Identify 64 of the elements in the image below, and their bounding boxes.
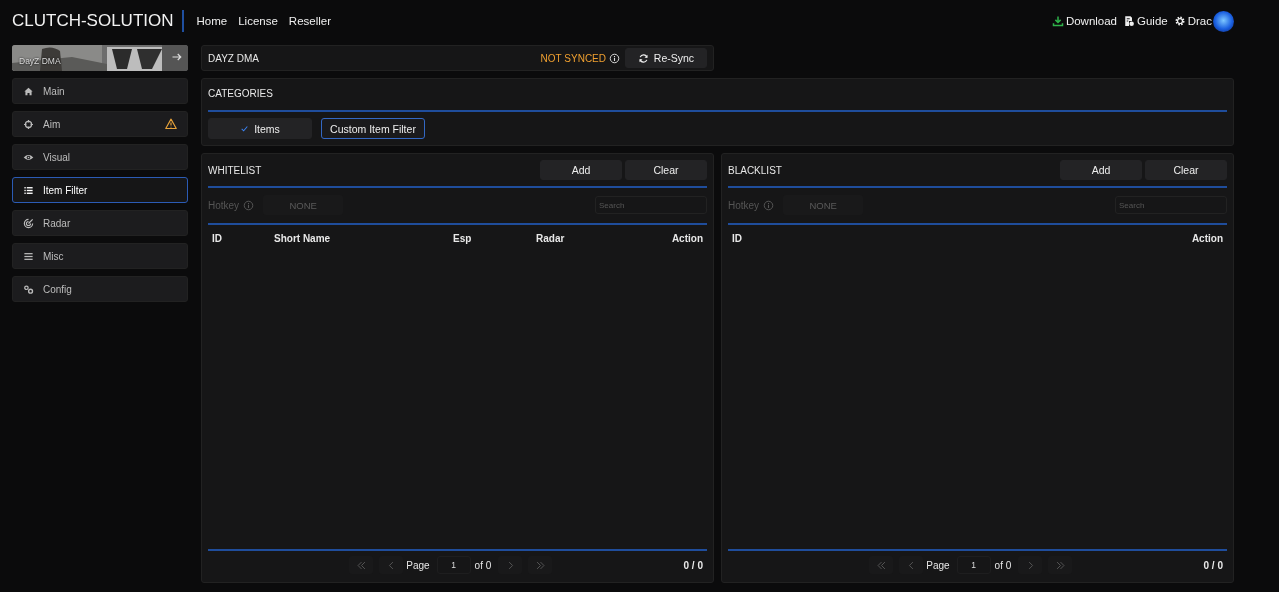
- sidebar-item[interactable]: Visual: [12, 144, 188, 170]
- card-title: CATEGORIES: [208, 88, 274, 99]
- nav-link[interactable]: License: [238, 15, 278, 27]
- page-field[interactable]: 1: [436, 556, 471, 574]
- sidebar-item[interactable]: Radar: [12, 210, 188, 236]
- sidebar-item[interactable]: Main: [12, 78, 188, 104]
- panel-button[interactable]: Add: [1060, 160, 1142, 180]
- info-icon: [609, 52, 620, 64]
- home-icon: [23, 85, 34, 97]
- panel-title: BLACKLIST: [728, 164, 783, 176]
- item-count: 0 / 0: [1203, 559, 1223, 571]
- banner-label: DayZ DMA: [19, 56, 61, 66]
- crosshair-icon: [23, 118, 34, 130]
- column-header: Esp: [453, 233, 473, 244]
- column-header: Radar: [536, 233, 566, 244]
- sidebar-item[interactable]: Aim: [12, 111, 188, 137]
- page-label: Page: [406, 559, 430, 571]
- sidebar-item[interactable]: Config: [12, 276, 188, 302]
- info-icon: [763, 199, 775, 211]
- category-tab[interactable]: Items: [208, 118, 312, 139]
- sidebar-item[interactable]: Item Filter: [12, 177, 188, 203]
- page-total: of 0: [994, 559, 1012, 571]
- item-count: 0 / 0: [683, 559, 703, 571]
- panel-button[interactable]: Add: [540, 160, 622, 180]
- page-field[interactable]: 1: [956, 556, 991, 574]
- panel-title: WHITELIST: [208, 164, 263, 176]
- column-header: Short Name: [274, 233, 332, 244]
- gears-icon: [23, 283, 34, 295]
- brand-title: CLUTCH-SOLUTION: [12, 10, 184, 32]
- arrow-icon: [171, 51, 183, 63]
- column-header: ID: [732, 233, 743, 244]
- check-icon: [240, 124, 250, 133]
- menu-icon: [23, 250, 34, 262]
- card-title: DAYZ DMA: [208, 52, 260, 64]
- document-icon: [1123, 15, 1136, 27]
- avatar[interactable]: [1213, 10, 1234, 32]
- column-header: ID: [212, 233, 223, 244]
- header-link[interactable]: Guide: [1137, 15, 1168, 27]
- radar-icon: [23, 217, 34, 229]
- nav-link[interactable]: Reseller: [288, 15, 332, 27]
- hotkey-label: Hotkey: [728, 199, 760, 211]
- double-chevron-icon: [355, 559, 367, 571]
- download-icon: [1051, 15, 1064, 27]
- double-chevron-icon: [1054, 559, 1066, 571]
- double-chevron-icon: [534, 559, 546, 571]
- category-tab[interactable]: Custom Item Filter: [321, 118, 425, 139]
- header-link[interactable]: Download: [1065, 15, 1118, 27]
- page-label: Page: [926, 559, 950, 571]
- double-chevron-icon: [875, 559, 887, 571]
- info-icon: [243, 199, 255, 211]
- sync-status: NOT SYNCED: [540, 52, 606, 64]
- list-icon: [23, 184, 34, 196]
- page-total: of 0: [474, 559, 492, 571]
- nav-link[interactable]: Home: [196, 15, 228, 27]
- refresh-icon: [637, 52, 649, 64]
- header-link[interactable]: Drac: [1187, 15, 1212, 27]
- column-header: Action: [1191, 233, 1223, 244]
- settings-icon: [1173, 15, 1186, 27]
- sidebar-item[interactable]: Misc: [12, 243, 188, 269]
- resync-button[interactable]: Re-Sync: [625, 48, 707, 68]
- hotkey-label: Hotkey: [208, 199, 240, 211]
- panel-button[interactable]: Clear: [1145, 160, 1227, 180]
- column-header: Action: [671, 233, 703, 244]
- panel-button[interactable]: Clear: [625, 160, 707, 180]
